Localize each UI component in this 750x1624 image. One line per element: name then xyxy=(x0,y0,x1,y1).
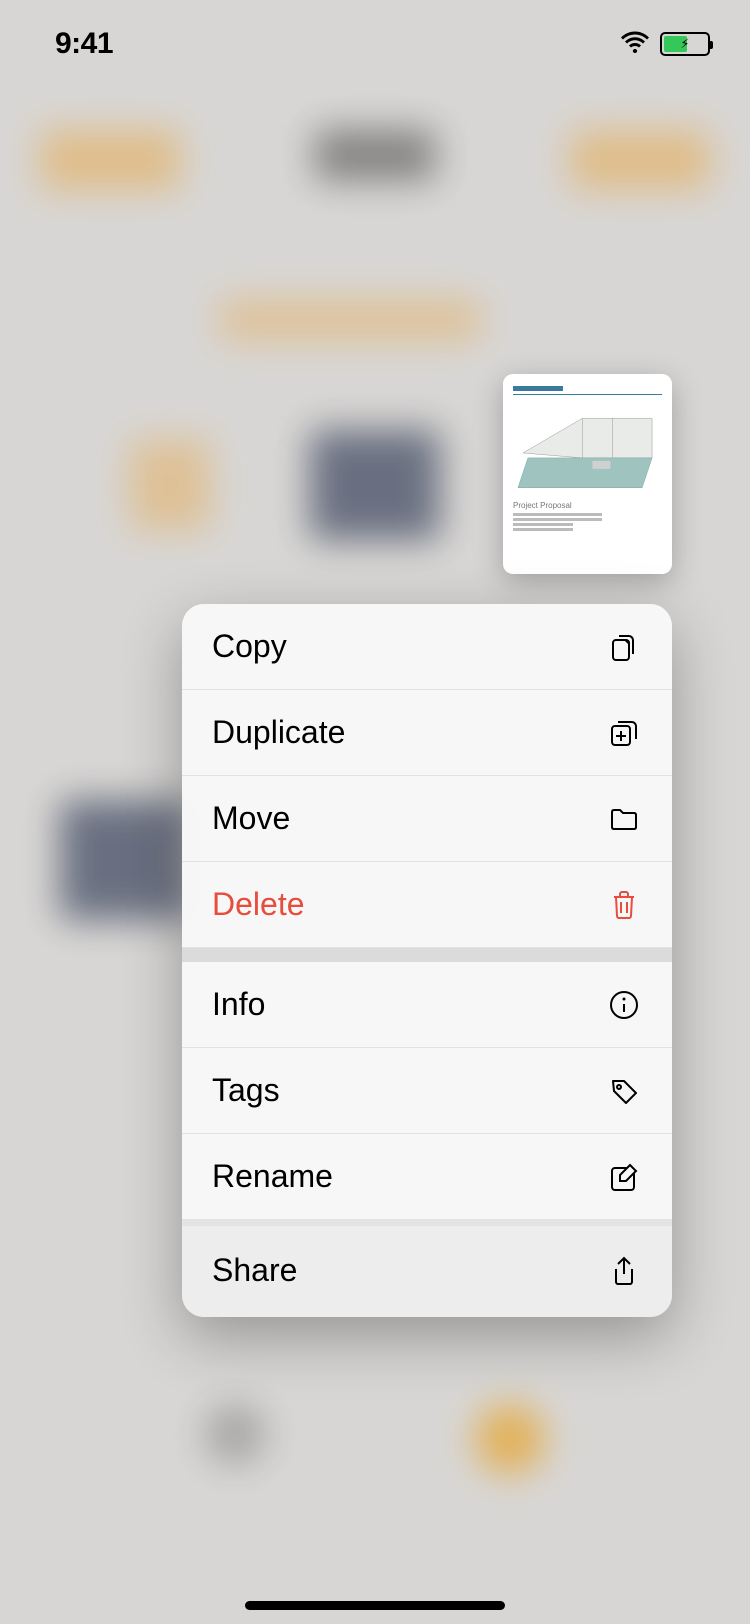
status-right: ⚡︎ xyxy=(620,31,710,58)
duplicate-icon xyxy=(606,715,642,751)
rename-icon xyxy=(606,1159,642,1195)
battery-icon: ⚡︎ xyxy=(660,32,710,56)
menu-label-tags: Tags xyxy=(212,1072,280,1109)
menu-label-rename: Rename xyxy=(212,1158,333,1195)
folder-icon xyxy=(606,801,642,837)
menu-item-delete[interactable]: Delete xyxy=(182,862,672,948)
menu-label-share: Share xyxy=(212,1252,297,1289)
menu-separator xyxy=(182,948,672,962)
tag-icon xyxy=(606,1073,642,1109)
menu-label-info: Info xyxy=(212,986,265,1023)
menu-label-move: Move xyxy=(212,800,290,837)
menu-item-rename[interactable]: Rename xyxy=(182,1134,672,1220)
menu-item-duplicate[interactable]: Duplicate xyxy=(182,690,672,776)
context-menu: Copy Duplicate Move Del xyxy=(182,604,672,1317)
share-icon xyxy=(606,1253,642,1289)
wifi-icon xyxy=(620,31,650,58)
menu-item-tags[interactable]: Tags xyxy=(182,1048,672,1134)
menu-label-delete: Delete xyxy=(212,886,305,923)
trash-icon xyxy=(606,887,642,923)
document-preview[interactable]: Project Proposal xyxy=(503,374,672,574)
menu-item-share[interactable]: Share xyxy=(182,1226,672,1317)
menu-label-copy: Copy xyxy=(212,628,287,665)
status-bar: 9:41 ⚡︎ xyxy=(0,0,750,88)
menu-item-info[interactable]: Info xyxy=(182,962,672,1048)
menu-item-copy[interactable]: Copy xyxy=(182,604,672,690)
document-thumbnail-image xyxy=(513,403,662,493)
menu-label-duplicate: Duplicate xyxy=(212,714,345,751)
copy-icon xyxy=(606,629,642,665)
info-icon xyxy=(606,987,642,1023)
status-time: 9:41 xyxy=(55,27,113,61)
document-title: Project Proposal xyxy=(513,501,662,510)
home-indicator xyxy=(245,1601,505,1610)
menu-item-move[interactable]: Move xyxy=(182,776,672,862)
